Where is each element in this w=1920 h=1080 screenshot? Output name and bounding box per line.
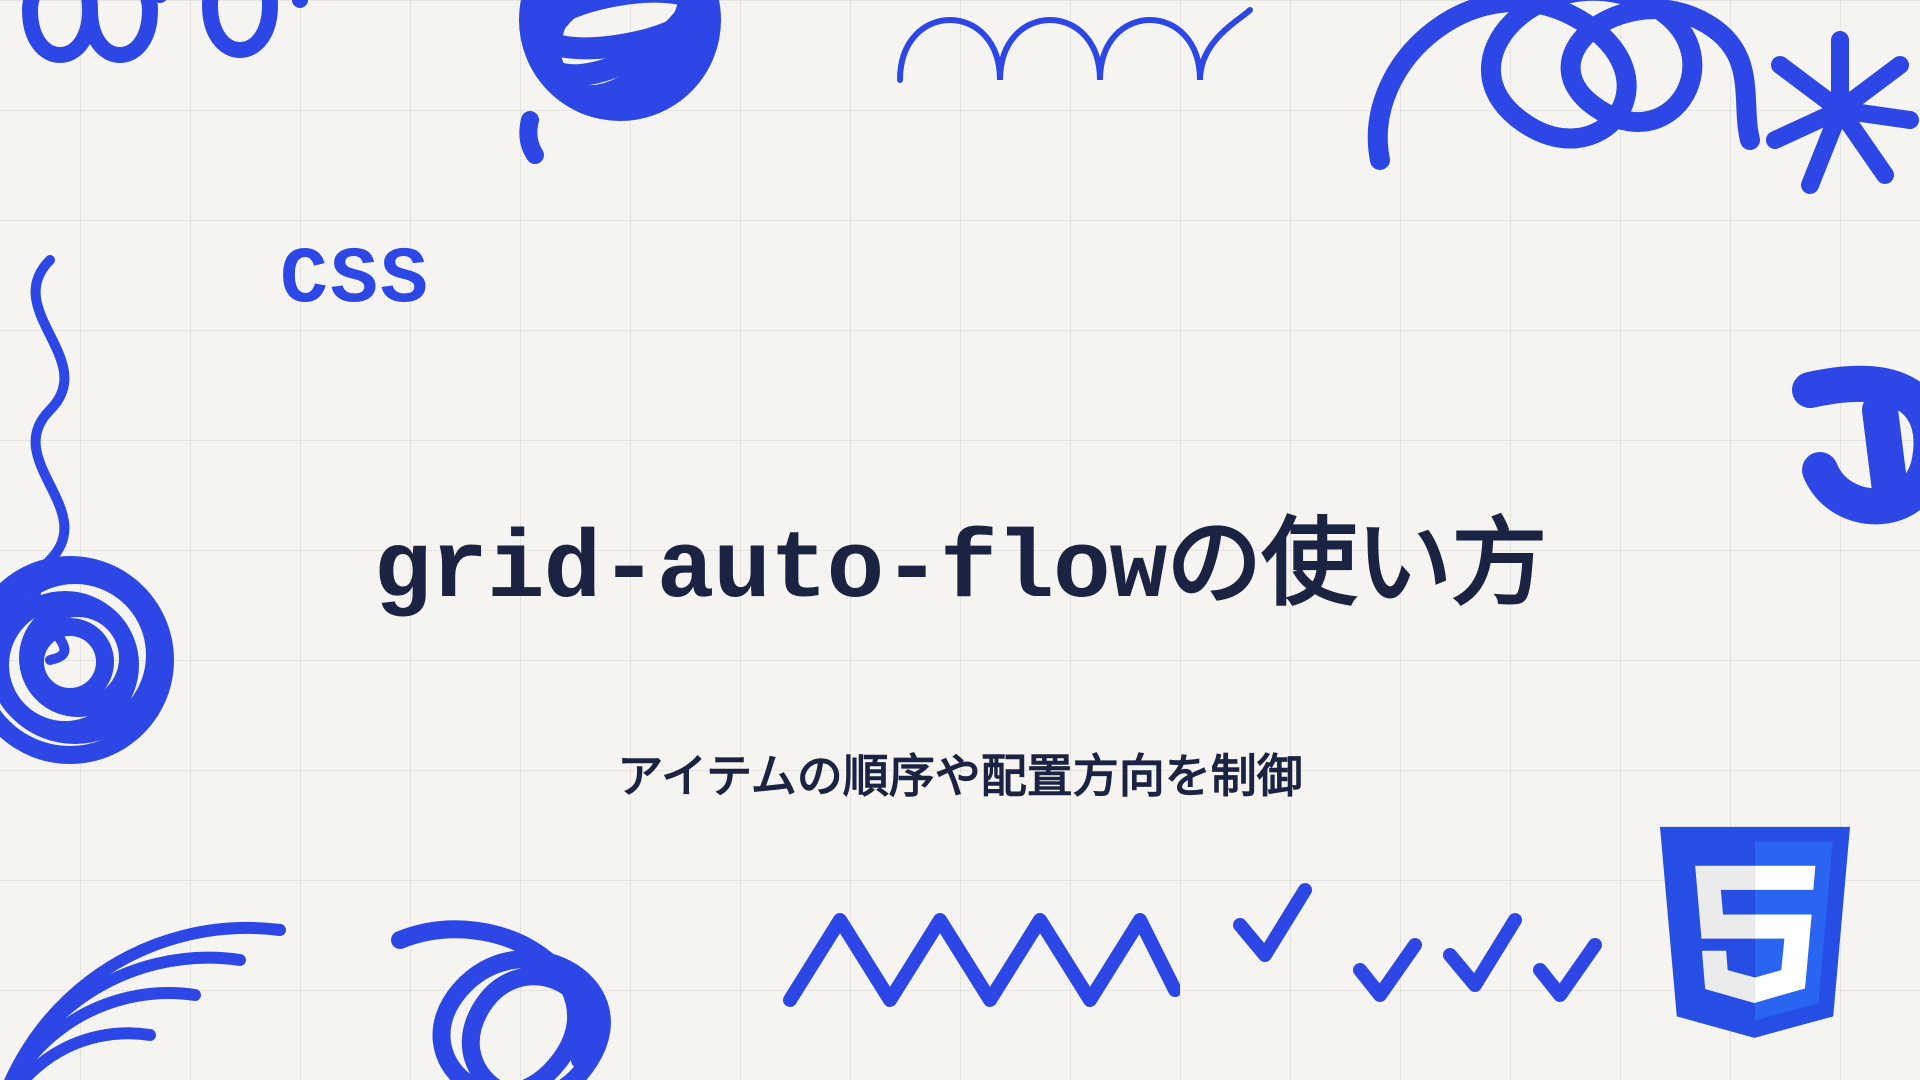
- category-label: CSS: [280, 235, 430, 326]
- page-title: grid-auto-flowの使い方: [374, 485, 1547, 625]
- page-subtitle: アイテムの順序や配置方向を制御: [617, 740, 1302, 806]
